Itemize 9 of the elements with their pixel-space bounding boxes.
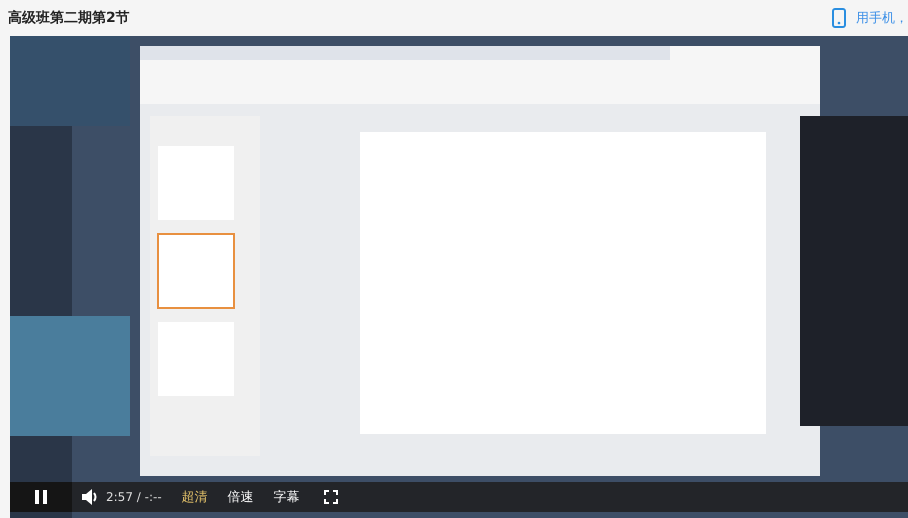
fullscreen-icon[interactable] <box>324 490 338 504</box>
video-title: 高级班第二期第2节 <box>8 9 130 27</box>
subtitles-button[interactable]: 字幕 <box>264 488 310 506</box>
pause-icon <box>35 490 47 504</box>
speed-button[interactable]: 倍速 <box>218 488 264 506</box>
pause-button[interactable] <box>10 482 72 512</box>
playback-time: 2:57 / -:-- <box>106 490 162 504</box>
phone-icon[interactable] <box>832 8 846 28</box>
quality-button[interactable]: 超清 <box>172 488 218 506</box>
